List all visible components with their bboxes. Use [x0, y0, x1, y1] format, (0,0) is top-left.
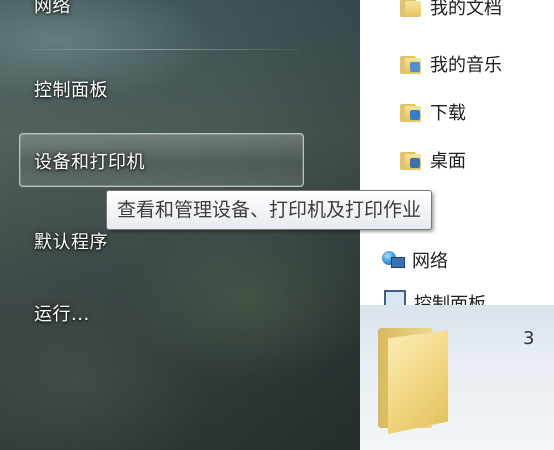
nav-item-label: 网络: [412, 251, 448, 272]
nav-item-label: 我的音乐: [430, 55, 502, 76]
nav-item-label: 下载: [430, 103, 466, 124]
nav-item-label: 控制面板: [414, 294, 486, 305]
nav-item-downloads[interactable]: 下载: [400, 99, 466, 125]
nav-item-network[interactable]: 网络: [382, 247, 448, 273]
large-folder-icon: [368, 308, 468, 438]
menu-item-default-programs[interactable]: 默认程序: [34, 228, 108, 254]
nav-item-desktop[interactable]: 桌面: [400, 147, 466, 173]
desktop-folder-icon: [400, 150, 422, 170]
menu-separator: [24, 49, 298, 50]
menu-item-run[interactable]: 运行...: [34, 300, 90, 326]
network-icon: [382, 250, 405, 270]
menu-item-control-panel[interactable]: 控制面板: [34, 76, 108, 102]
nav-item-label: 我的文档: [430, 0, 502, 19]
menu-item-devices-and-printers[interactable]: 设备和打印机: [34, 148, 145, 174]
music-folder-icon: [400, 54, 422, 74]
item-count-text: 3: [523, 328, 535, 349]
nav-item-documents[interactable]: 我的文档: [400, 0, 502, 20]
control-panel-icon: [384, 290, 406, 305]
nav-item-label: 桌面: [430, 151, 466, 172]
nav-item-music[interactable]: 我的音乐: [400, 51, 502, 77]
tooltip: 查看和管理设备、打印机及打印作业: [106, 190, 433, 230]
menu-item-network[interactable]: 网络: [34, 0, 71, 18]
nav-item-control-panel[interactable]: 控制面板: [384, 290, 486, 305]
documents-folder-icon: [400, 0, 422, 17]
downloads-folder-icon: [400, 102, 422, 122]
